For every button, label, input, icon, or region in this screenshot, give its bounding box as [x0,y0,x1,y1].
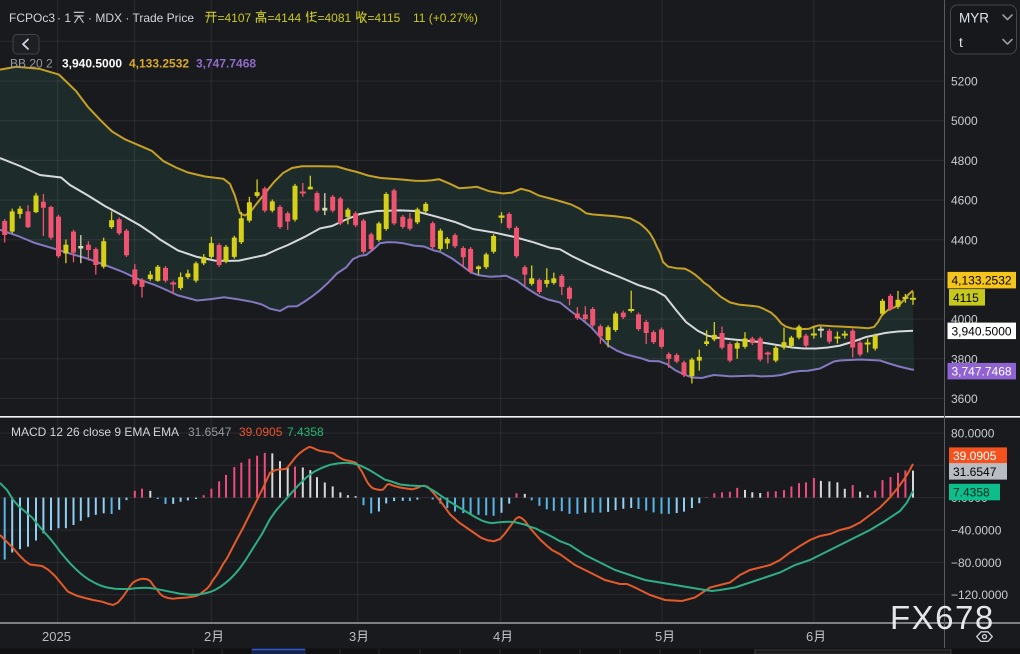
svg-text:11 (+0.27%): 11 (+0.27%) [413,11,478,25]
svg-text:5000: 5000 [951,114,978,128]
svg-text:=4144: =4144 [268,11,302,25]
svg-text:=4081: =4081 [318,11,352,25]
svg-text:FX678: FX678 [890,599,995,636]
svg-text:7.4358: 7.4358 [287,425,324,439]
svg-text:3: 3 [349,629,356,644]
svg-text:MYR: MYR [959,11,989,26]
svg-text:6: 6 [806,629,813,644]
svg-text:5: 5 [655,629,662,644]
svg-text:5200: 5200 [951,75,978,89]
svg-text:4400: 4400 [951,233,978,247]
svg-text:−80.0000: −80.0000 [951,556,1002,570]
svg-text:FCPOc3: FCPOc3 [9,11,55,25]
svg-text:39.0905: 39.0905 [239,425,283,439]
svg-text:4115: 4115 [953,291,979,305]
svg-text:4: 4 [493,629,500,644]
svg-text:80.0000: 80.0000 [951,427,995,441]
svg-text:3,940.5000: 3,940.5000 [62,57,122,71]
svg-text:31.6547: 31.6547 [953,465,997,479]
svg-text:4,133.2532: 4,133.2532 [952,274,1012,288]
svg-text:MACD 12 26 close 9 EMA EMA: MACD 12 26 close 9 EMA EMA [11,425,179,439]
svg-text:· MDX · Trade Price: · MDX · Trade Price [88,11,194,25]
svg-text:3600: 3600 [951,392,978,406]
svg-text:3,940.5000: 3,940.5000 [952,324,1012,338]
svg-text:4,133.2532: 4,133.2532 [129,57,189,71]
svg-text:7.4358: 7.4358 [953,486,990,500]
svg-text:=4115: =4115 [368,11,401,25]
svg-text:2: 2 [204,629,211,644]
svg-text:4800: 4800 [951,154,978,168]
svg-text:3,747.7468: 3,747.7468 [196,57,256,71]
svg-text:=4107: =4107 [218,11,252,25]
svg-text:t: t [959,35,963,50]
svg-text:· 1: · 1 [57,11,71,25]
svg-text:4600: 4600 [951,194,978,208]
svg-text:−40.0000: −40.0000 [951,524,1002,538]
svg-text:31.6547: 31.6547 [188,425,232,439]
svg-text:39.0905: 39.0905 [953,449,997,463]
svg-text:BB 20 2: BB 20 2 [10,57,53,71]
svg-text:3,747.7468: 3,747.7468 [952,365,1012,379]
svg-text:2025: 2025 [42,629,71,644]
